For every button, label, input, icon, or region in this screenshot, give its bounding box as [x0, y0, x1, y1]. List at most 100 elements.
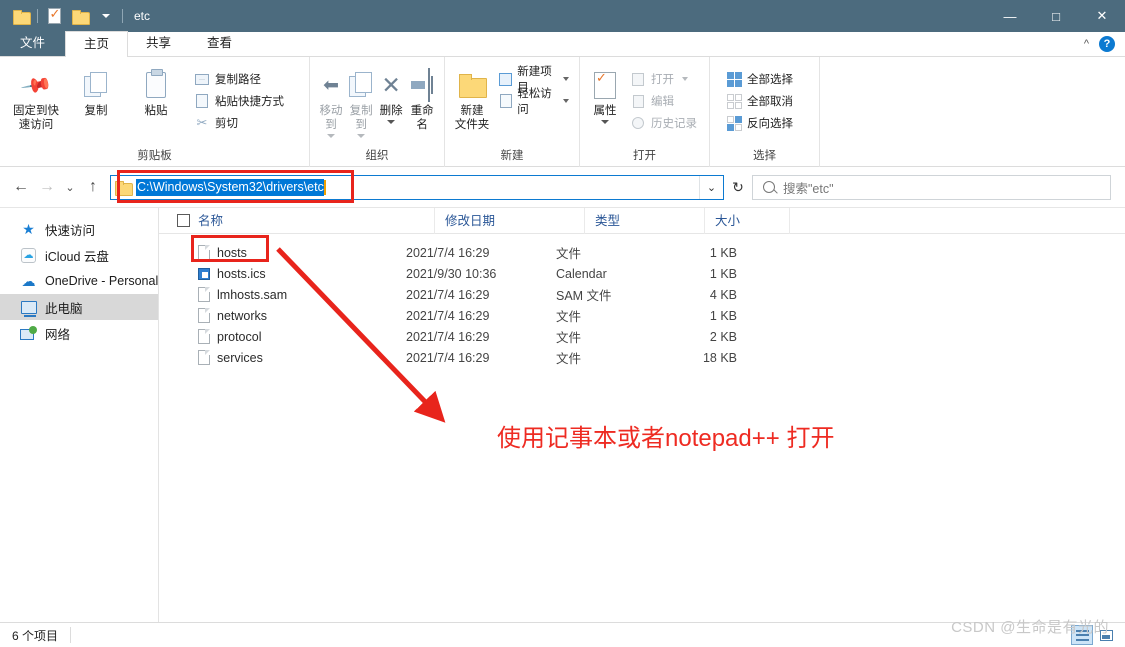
file-icon [198, 350, 210, 365]
table-row[interactable]: services 2021/7/4 16:29 文件 18 KB [159, 347, 1125, 368]
table-row[interactable]: hosts 2021/7/4 16:29 文件 1 KB [159, 242, 1125, 263]
copy-path-button[interactable]: ··· 复制路径 [190, 69, 288, 89]
select-none-button[interactable]: 全部取消 [722, 91, 797, 111]
invert-selection-icon [726, 115, 742, 131]
select-none-icon [726, 93, 742, 109]
file-date: 2021/7/4 16:29 [396, 288, 546, 302]
help-icon[interactable]: ? [1099, 36, 1115, 52]
invert-selection-button[interactable]: 反向选择 [722, 113, 797, 133]
copy-to-button[interactable]: 复制到 [346, 63, 376, 138]
clipboard-group-label: 剪贴板 [6, 147, 303, 167]
select-all-button[interactable]: 全部选择 [722, 69, 797, 89]
file-name: networks [217, 309, 267, 323]
cut-icon: ✂ [194, 115, 210, 131]
text-cursor [324, 180, 326, 195]
this-pc-icon [20, 299, 37, 316]
ribbon-group-clipboard: 📌 固定到快速访问 复制 粘贴 ··· 复制路径 [0, 57, 310, 167]
close-button[interactable]: ✕ [1079, 0, 1125, 32]
delete-button[interactable]: ✕ 删除 [376, 63, 406, 124]
up-button[interactable]: ↑ [80, 174, 106, 200]
pin-to-quick-access-button[interactable]: 📌 固定到快速访问 [6, 63, 66, 132]
file-date: 2021/7/4 16:29 [396, 309, 546, 323]
history-icon [630, 115, 646, 131]
chevron-down-icon [563, 99, 569, 103]
address-dropdown-button[interactable]: ⌄ [699, 176, 723, 199]
sidebar-item-label: OneDrive - Personal [45, 274, 158, 288]
collapse-ribbon-icon[interactable]: ^ [1084, 38, 1089, 50]
edit-button[interactable]: 编辑 [626, 91, 701, 111]
cut-button[interactable]: ✂ 剪切 [190, 113, 288, 133]
forward-button[interactable]: → [34, 174, 60, 200]
column-header-type[interactable]: 类型 [585, 208, 705, 234]
ribbon: 📌 固定到快速访问 复制 粘贴 ··· 复制路径 [0, 57, 1125, 167]
copy-path-label: 复制路径 [215, 71, 261, 87]
search-input[interactable]: 搜索"etc" [752, 175, 1111, 200]
icloud-icon: ☁ [20, 247, 37, 264]
ribbon-group-select: 全部选择 全部取消 反向选择 选择 [710, 57, 820, 167]
tab-file[interactable]: 文件 [0, 31, 65, 56]
paste-shortcut-button[interactable]: 粘贴快捷方式 [190, 91, 288, 111]
delete-label: 删除 [380, 104, 403, 118]
new-item-icon [499, 71, 512, 87]
minimize-button[interactable]: — [987, 0, 1033, 32]
recent-locations-button[interactable]: ⌄ [60, 174, 80, 200]
new-folder-label-line2: 文件夹 [455, 119, 490, 131]
column-headers: 名称 修改日期 类型 大小 [159, 208, 1125, 234]
qat-properties-button[interactable] [41, 3, 67, 29]
rename-button[interactable]: 重命名 [406, 63, 438, 132]
column-header-name[interactable]: 名称 [198, 208, 435, 234]
copy-button[interactable]: 复制 [66, 63, 126, 118]
new-folder-button[interactable]: 新建文件夹 [451, 63, 493, 132]
file-type: 文件 [546, 243, 666, 262]
select-all-checkbox[interactable] [177, 214, 190, 227]
properties-button[interactable]: 属性 [586, 63, 624, 124]
maximize-button[interactable]: □ [1033, 0, 1079, 32]
qat-separator [37, 9, 38, 23]
sidebar-item-quick-access[interactable]: ★ 快速访问 [0, 216, 158, 242]
paste-button[interactable]: 粘贴 [126, 63, 186, 118]
open-button[interactable]: 打开 [626, 69, 701, 89]
sidebar-item-network[interactable]: 网络 [0, 320, 158, 346]
easy-access-button[interactable]: 轻松访问 [495, 91, 573, 111]
tab-share[interactable]: 共享 [128, 31, 189, 56]
watermark: CSDN @生命是有光的 [951, 616, 1109, 637]
sidebar-item-this-pc[interactable]: 此电脑 [0, 294, 158, 320]
qat-new-folder-button[interactable] [67, 3, 93, 29]
back-button[interactable]: ← [8, 174, 34, 200]
file-type: 文件 [546, 306, 666, 325]
table-row[interactable]: hosts.ics 2021/9/30 10:36 Calendar 1 KB [159, 263, 1125, 284]
refresh-button[interactable]: ↻ [724, 175, 752, 200]
sidebar-item-label: 快速访问 [45, 220, 95, 239]
table-row[interactable]: lmhosts.sam 2021/7/4 16:29 SAM 文件 4 KB [159, 284, 1125, 305]
file-size: 2 KB [666, 330, 751, 344]
file-date: 2021/7/4 16:29 [396, 246, 546, 260]
sidebar-item-label: 此电脑 [45, 298, 83, 317]
history-button[interactable]: 历史记录 [626, 113, 701, 133]
tab-view[interactable]: 查看 [189, 31, 250, 56]
sidebar-item-icloud-drive[interactable]: ☁ iCloud 云盘 [0, 242, 158, 268]
file-name: hosts.ics [217, 267, 266, 281]
column-header-date[interactable]: 修改日期 [435, 208, 585, 234]
file-name: protocol [217, 330, 261, 344]
ribbon-group-new: 新建文件夹 新建项目 轻松访问 新建 [445, 57, 580, 167]
annotation-callout-text: 使用记事本或者notepad++ 打开 [497, 418, 834, 453]
table-row[interactable]: networks 2021/7/4 16:29 文件 1 KB [159, 305, 1125, 326]
new-folder-icon [459, 74, 485, 96]
move-to-button[interactable]: ⬅ 移动到 [316, 63, 346, 138]
qat-folder-button[interactable] [8, 3, 34, 29]
open-icon [630, 71, 646, 87]
file-date: 2021/7/4 16:29 [396, 351, 546, 365]
file-list-pane: 名称 修改日期 类型 大小 hosts 2021/7/4 16:29 文件 1 … [159, 208, 1125, 622]
table-row[interactable]: protocol 2021/7/4 16:29 文件 2 KB [159, 326, 1125, 347]
organize-group-label: 组织 [316, 147, 438, 167]
tab-home[interactable]: 主页 [65, 31, 128, 57]
network-icon [20, 325, 37, 342]
copy-icon [84, 72, 108, 98]
sidebar-item-onedrive[interactable]: ☁ OneDrive - Personal [0, 268, 158, 294]
invert-selection-label: 反向选择 [747, 115, 793, 131]
file-icon [198, 287, 210, 302]
column-header-size[interactable]: 大小 [705, 208, 790, 234]
edit-label: 编辑 [651, 93, 674, 109]
qat-customize-button[interactable] [93, 3, 119, 29]
address-input[interactable]: C:\Windows\System32\drivers\etc ⌄ [110, 175, 724, 200]
